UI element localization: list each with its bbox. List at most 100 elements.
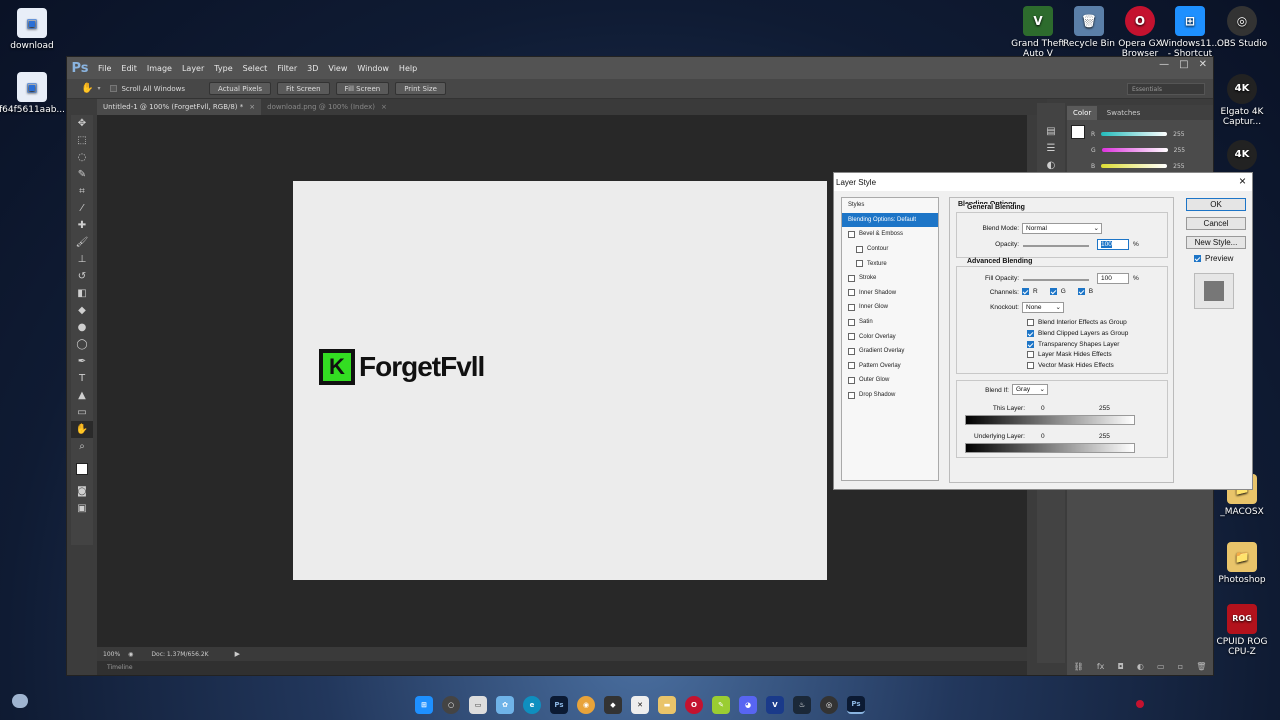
obs-taskbar-icon[interactable]: ◎ <box>820 696 838 714</box>
crop-tool-icon[interactable]: ⌗ <box>71 183 93 200</box>
tray-icon[interactable] <box>1136 700 1144 708</box>
edge-icon[interactable]: e <box>523 696 541 714</box>
menu-select[interactable]: Select <box>238 64 273 73</box>
zoom-tool-icon[interactable]: ⌕ <box>71 438 93 455</box>
color-swatch-icon[interactable] <box>71 455 93 483</box>
new-layer-icon[interactable]: ▫ <box>1178 662 1183 671</box>
minimize-icon[interactable]: — <box>1159 59 1169 70</box>
channel-value[interactable]: 255 <box>1173 131 1184 138</box>
close-tab-icon[interactable]: × <box>381 103 387 111</box>
search-icon[interactable]: ○ <box>442 696 460 714</box>
screen-mode-icon[interactable]: ▣ <box>71 500 93 517</box>
style-item-satin[interactable]: Satin <box>842 315 938 330</box>
fill-opacity-slider[interactable] <box>1023 279 1089 281</box>
fx-icon[interactable]: fx <box>1097 662 1105 671</box>
style-item-contour[interactable]: Contour <box>842 242 938 257</box>
photoshop-active-icon[interactable]: Ps <box>847 696 865 714</box>
style-checkbox[interactable] <box>848 333 855 341</box>
fg-bg-swatch[interactable] <box>1071 125 1085 139</box>
opacity-input[interactable]: 100 <box>1097 239 1129 250</box>
history-brush-icon[interactable]: ↺ <box>71 268 93 285</box>
scroll-all-checkbox[interactable] <box>110 85 118 92</box>
channel-r-checkbox[interactable]: R <box>1022 288 1038 295</box>
new-style-button[interactable]: New Style... <box>1186 236 1246 249</box>
close-icon[interactable]: × <box>1239 174 1246 188</box>
style-checkbox[interactable] <box>848 318 855 326</box>
status-arrow-icon[interactable]: ▶ <box>235 650 240 658</box>
eraser-tool-icon[interactable]: ◧ <box>71 285 93 302</box>
menu-file[interactable]: File <box>93 64 116 73</box>
style-item-outer-glow[interactable]: Outer Glow <box>842 373 938 388</box>
fit-screen-button[interactable]: Fit Screen <box>277 82 330 95</box>
hand-tool-icon[interactable]: ✋ <box>71 421 93 438</box>
menu-view[interactable]: View <box>323 64 352 73</box>
marquee-tool-icon[interactable]: ⬚ <box>71 132 93 149</box>
eyedropper-tool-icon[interactable]: ⁄ <box>71 200 93 217</box>
checkbox-box[interactable] <box>1027 362 1034 370</box>
style-checkbox[interactable] <box>848 391 855 399</box>
style-item-pattern-overlay[interactable]: Pattern Overlay <box>842 359 938 374</box>
vegas-icon[interactable]: V <box>766 696 784 714</box>
task-view-icon[interactable]: ▭ <box>469 696 487 714</box>
zoom-level[interactable]: 100% <box>103 651 120 658</box>
style-checkbox[interactable] <box>848 362 855 370</box>
style-checkbox[interactable] <box>848 289 855 297</box>
rectangle-tool-icon[interactable]: ▭ <box>71 404 93 421</box>
style-checkbox[interactable] <box>848 376 855 384</box>
menu-type[interactable]: Type <box>209 64 237 73</box>
close-icon[interactable]: ✕ <box>1199 59 1207 70</box>
properties-panel-icon[interactable]: ☰ <box>1037 140 1065 157</box>
trash-icon[interactable]: 🗑 <box>1196 662 1206 671</box>
actual-pixels-button[interactable]: Actual Pixels <box>209 82 272 95</box>
opera-gx-taskbar-icon[interactable]: O <box>685 696 703 714</box>
menu-image[interactable]: Image <box>142 64 177 73</box>
desktop-icon-elgato[interactable]: 4K Elgato 4K Captur... <box>1210 74 1274 127</box>
checkbox-box[interactable] <box>1027 340 1034 348</box>
tab-untitled[interactable]: Untitled-1 @ 100% (ForgetFvll, RGB/8) * … <box>97 99 262 115</box>
advanced-option-checkbox[interactable]: Blend Interior Effects as Group <box>1027 319 1127 326</box>
desktop-icon-image-file[interactable]: ▣ f64f5611aab... <box>0 72 72 115</box>
blend-if-select[interactable]: Gray ⌄ <box>1012 384 1048 395</box>
dodge-tool-icon[interactable]: ◯ <box>71 336 93 353</box>
style-item-texture[interactable]: Texture <box>842 256 938 271</box>
menu-3d[interactable]: 3D <box>302 64 323 73</box>
this-layer-gradient[interactable] <box>965 415 1135 425</box>
advanced-option-checkbox[interactable]: Blend Clipped Layers as Group <box>1027 329 1128 337</box>
style-item-blending-options-default[interactable]: Blending Options: Default <box>842 212 938 228</box>
advanced-option-checkbox[interactable]: Vector Mask Hides Effects <box>1027 362 1114 370</box>
tab-color[interactable]: Color <box>1067 106 1098 120</box>
notepad-icon[interactable]: ✎ <box>712 696 730 714</box>
menu-help[interactable]: Help <box>394 64 422 73</box>
capcut-icon[interactable]: ✕ <box>631 696 649 714</box>
cancel-button[interactable]: Cancel <box>1186 217 1246 230</box>
paint-bucket-icon[interactable]: ◆ <box>71 302 93 319</box>
channel-b-checkbox[interactable]: B <box>1077 288 1093 295</box>
weather-widget-icon[interactable] <box>12 694 28 708</box>
tab-swatches[interactable]: Swatches <box>1101 106 1146 120</box>
healing-tool-icon[interactable]: ✚ <box>71 217 93 234</box>
chevron-down-icon[interactable]: ▾ <box>97 85 100 92</box>
blur-tool-icon[interactable]: ● <box>71 319 93 336</box>
adjust-icon[interactable]: ◐ <box>1137 662 1144 671</box>
pen-tool-icon[interactable]: ✒ <box>71 353 93 370</box>
steam-icon[interactable]: ♨ <box>793 696 811 714</box>
move-tool-icon[interactable]: ✥ <box>71 115 93 132</box>
style-item-stroke[interactable]: Stroke <box>842 271 938 286</box>
checkbox-box[interactable] <box>1027 329 1034 337</box>
checkbox-box[interactable] <box>1027 319 1034 326</box>
status-icon[interactable]: ◉ <box>128 651 133 658</box>
windows-start-icon[interactable]: ⊞ <box>415 696 433 714</box>
type-tool-icon[interactable]: T <box>71 370 93 387</box>
desktop-icon-elgato-2[interactable]: 4K <box>1210 140 1274 173</box>
print-size-button[interactable]: Print Size <box>395 82 446 95</box>
desktop-icon-obs[interactable]: ◎ OBS Studio <box>1210 6 1274 49</box>
channel-value[interactable]: 255 <box>1174 147 1185 154</box>
discord-icon[interactable]: ◕ <box>739 696 757 714</box>
desktop-icon-download[interactable]: ▣ download <box>0 8 64 51</box>
style-checkbox[interactable] <box>848 347 855 355</box>
menu-layer[interactable]: Layer <box>177 64 209 73</box>
quick-mask-icon[interactable]: ◙ <box>71 483 93 500</box>
channel-g-checkbox[interactable]: G <box>1049 288 1066 295</box>
quick-select-tool-icon[interactable]: ✎ <box>71 166 93 183</box>
preview-checkbox[interactable]: Preview <box>1194 254 1233 263</box>
